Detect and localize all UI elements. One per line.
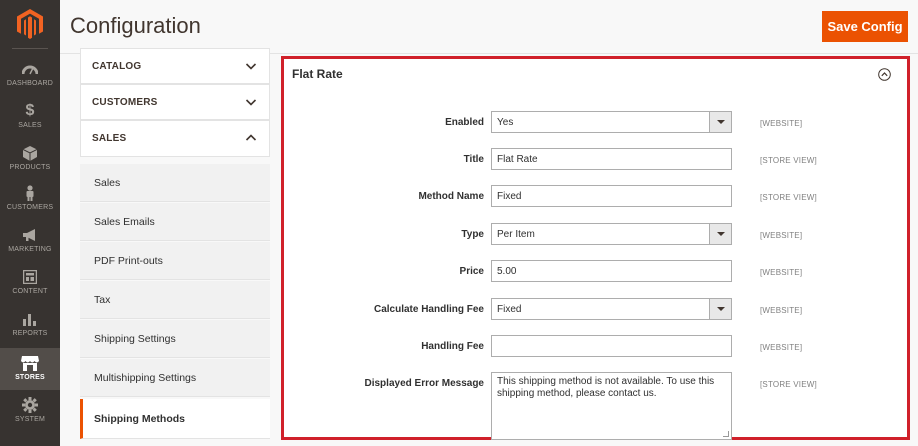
field-label-calculate-handling-fee: Calculate Handling Fee [373, 304, 484, 315]
input-value: Flat Rate [497, 153, 538, 165]
dropdown-arrow-icon [709, 112, 731, 132]
scope-label: [WEBSITE] [760, 306, 803, 315]
displayed-error-message-textarea[interactable]: This shipping method is not available. T… [491, 372, 732, 440]
bar-chart-icon [21, 310, 39, 328]
type-select[interactable]: Per Item [491, 223, 732, 245]
box-icon [21, 144, 39, 162]
chevron-down-icon [245, 99, 257, 106]
menu-reports[interactable]: REPORTS [0, 310, 60, 346]
menu-dashboard[interactable]: DASHBOARD [0, 60, 60, 96]
menu-divider [12, 48, 48, 49]
select-value: Fixed [497, 303, 522, 315]
menu-label: SALES [18, 122, 42, 129]
person-icon [21, 184, 39, 202]
field-label-price: Price [459, 266, 484, 277]
chevron-down-icon [245, 63, 257, 70]
menu-label: CONTENT [12, 288, 48, 295]
tab-item-label: Multishipping Settings [94, 371, 197, 384]
scope-label: [WEBSITE] [760, 119, 803, 128]
field-label-type: Type [461, 229, 484, 240]
input-value: 5.00 [497, 265, 517, 277]
fieldset-title[interactable]: Flat Rate [292, 67, 343, 81]
menu-customers[interactable]: CUSTOMERS [0, 184, 60, 220]
store-icon [21, 354, 39, 372]
menu-label: SYSTEM [15, 416, 45, 423]
tab-item-label: Sales [94, 176, 121, 189]
tab-item-label: Shipping Settings [94, 332, 176, 345]
title-input[interactable]: Flat Rate [491, 148, 732, 170]
menu-sales[interactable]: $ SALES [0, 102, 60, 138]
menu-label: PRODUCTS [9, 164, 51, 171]
tab-item-sales[interactable]: Sales [80, 164, 270, 202]
menu-label: MARKETING [8, 246, 52, 253]
flat-rate-fieldset: Flat Rate Enabled Yes [WEBSITE] Title Fl… [281, 56, 910, 440]
tab-item-shipping-methods[interactable]: Shipping Methods [80, 399, 270, 439]
select-value: Per Item [497, 228, 535, 240]
collapse-toggle-icon[interactable] [878, 68, 891, 81]
menu-label: DASHBOARD [6, 80, 54, 87]
scope-label: [WEBSITE] [760, 343, 803, 352]
field-label-title: Title [463, 154, 484, 165]
tab-sales[interactable]: SALES [80, 120, 270, 157]
method-name-input[interactable]: Fixed [491, 185, 732, 207]
dropdown-arrow-icon [709, 299, 731, 319]
menu-label: CUSTOMERS [6, 204, 54, 211]
select-value: Yes [497, 116, 514, 128]
dropdown-arrow-icon [709, 224, 731, 244]
menu-label: STORES [15, 374, 45, 381]
tab-item-sales-emails[interactable]: Sales Emails [80, 203, 270, 241]
content-icon [21, 268, 39, 286]
config-tabs: CATALOG CUSTOMERS SALES Sales Sales Emai… [80, 48, 270, 446]
dollar-icon: $ [25, 102, 35, 119]
scope-label: [STORE VIEW] [760, 156, 817, 165]
admin-menu: DASHBOARD $ SALES PRODUCTS CUSTOMERS MAR… [0, 0, 60, 446]
page-title: Configuration [70, 13, 201, 38]
price-input[interactable]: 5.00 [491, 260, 732, 282]
gear-icon [21, 396, 39, 414]
dashboard-icon [21, 60, 39, 78]
tab-item-label: Tax [94, 293, 111, 306]
tab-customers[interactable]: CUSTOMERS [80, 84, 270, 120]
tab-item-tax[interactable]: Tax [80, 281, 270, 319]
menu-products[interactable]: PRODUCTS [0, 144, 60, 180]
field-label-displayed-error-message: Displayed Error Message [364, 378, 485, 389]
input-value: Fixed [497, 190, 522, 202]
tab-item-label: Sales Emails [94, 215, 155, 228]
handling-fee-input[interactable] [491, 335, 732, 357]
tab-item-label: Shipping Methods [94, 412, 185, 425]
menu-label: REPORTS [12, 330, 48, 337]
resize-handle-icon[interactable] [723, 431, 729, 437]
tab-item-label: PDF Print-outs [94, 254, 163, 267]
menu-content[interactable]: CONTENT [0, 268, 60, 304]
tab-item-shipping-settings[interactable]: Shipping Settings [80, 320, 270, 358]
tab-label: CUSTOMERS [92, 96, 158, 108]
calculate-handling-fee-select[interactable]: Fixed [491, 298, 732, 320]
magento-logo-icon[interactable] [0, 0, 60, 48]
field-label-handling-fee: Handling Fee [421, 341, 484, 352]
tab-label: SALES [92, 133, 127, 144]
textarea-value: This shipping method is not available. T… [497, 376, 715, 399]
scope-label: [STORE VIEW] [760, 380, 817, 389]
enabled-select[interactable]: Yes [491, 111, 732, 133]
tab-item-multishipping-settings[interactable]: Multishipping Settings [80, 359, 270, 397]
chevron-up-icon [245, 134, 257, 141]
megaphone-icon [21, 226, 39, 244]
scope-label: [WEBSITE] [760, 231, 803, 240]
tab-item-pdf-printouts[interactable]: PDF Print-outs [80, 242, 270, 280]
scope-label: [WEBSITE] [760, 268, 803, 277]
tab-catalog[interactable]: CATALOG [80, 48, 270, 84]
field-label-enabled: Enabled [445, 117, 484, 128]
menu-marketing[interactable]: MARKETING [0, 226, 60, 262]
menu-stores[interactable]: STORES [0, 348, 60, 390]
save-config-button[interactable]: Save Config [822, 11, 908, 42]
field-label-method-name: Method Name [418, 191, 484, 202]
menu-system[interactable]: SYSTEM [0, 396, 60, 432]
tab-label: CATALOG [92, 60, 142, 72]
scope-label: [STORE VIEW] [760, 193, 817, 202]
